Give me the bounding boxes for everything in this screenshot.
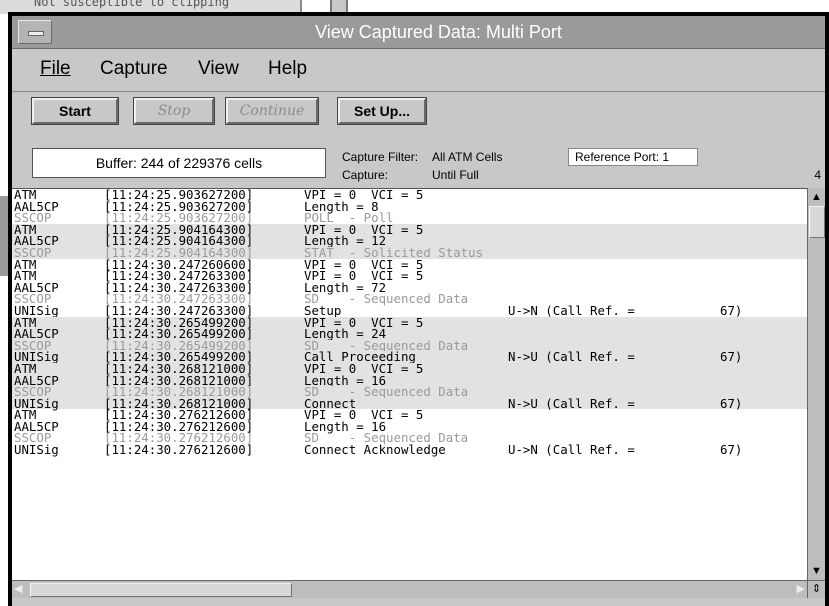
reference-port[interactable]: Reference Port: 1 [568, 148, 698, 166]
menu-capture-label: Capture [100, 58, 168, 79]
start-button[interactable]: Start [31, 97, 119, 125]
direction-cell: N->U (Call Ref. = [508, 395, 635, 411]
title-bar[interactable]: View Captured Data: Multi Port [12, 16, 825, 49]
scroll-left-icon[interactable]: ◀ [14, 582, 22, 595]
direction-cell: U->N (Call Ref. = [508, 442, 635, 458]
menu-help[interactable]: Help [268, 58, 307, 80]
vertical-scrollbar[interactable]: ▲ ▼ [807, 188, 825, 580]
timestamp-cell: [11:24:30.276212600] [104, 442, 254, 458]
capture-mode-label: Capture: [342, 168, 389, 182]
capture-window: View Captured Data: Multi Port File Capt… [8, 12, 829, 606]
menu-view[interactable]: View [198, 58, 239, 80]
window-body: View Captured Data: Multi Port File Capt… [12, 16, 825, 606]
stop-button[interactable]: Stop [133, 97, 215, 125]
protocol-cell: UNISig [14, 442, 59, 458]
info-cell: Connect Acknowledge [304, 442, 446, 458]
menu-view-label: View [198, 58, 239, 79]
scroll-corner-icon[interactable]: ⇕ [807, 580, 825, 598]
call-ref-cell: 67) [720, 349, 743, 365]
menu-bar: File Capture View Help [12, 49, 825, 92]
reference-port-label: Reference Port: [575, 150, 660, 164]
buffer-status: Buffer: 244 of 229376 cells [32, 148, 326, 178]
call-ref-cell: 67) [720, 395, 743, 411]
menu-help-label: Help [268, 58, 308, 79]
menu-capture[interactable]: Capture [100, 58, 168, 80]
menu-file[interactable]: File [40, 58, 71, 80]
reference-port-value: 1 [662, 150, 670, 164]
continue-button[interactable]: Continue [225, 97, 319, 125]
window-title: View Captured Data: Multi Port [315, 22, 562, 42]
toolbar: Start Stop Continue Set Up... Buffer: 24… [12, 92, 825, 188]
setup-button[interactable]: Set Up... [337, 97, 427, 125]
capture-list[interactable]: ATM [11:24:25.903627200] VPI = 0 VCI = 5 AA… [12, 188, 807, 581]
list-item[interactable]: UNISig [11:24:30.276212600] Connect Acknow… [12, 444, 807, 456]
menu-file-label: File [40, 58, 71, 79]
vertical-scroll-thumb[interactable] [809, 206, 825, 238]
call-ref-cell: 67) [720, 302, 743, 318]
capture-filter-value: All ATM Cells [432, 150, 503, 164]
capture-mode-value: Until Full [432, 168, 479, 182]
direction-cell: N->U (Call Ref. = [508, 349, 635, 365]
capture-filter-label: Capture Filter: [342, 150, 419, 164]
scroll-up-icon[interactable]: ▲ [808, 190, 825, 204]
background-window-text: Not susceptible to clipping [34, 0, 230, 9]
direction-cell: U->N (Call Ref. = [508, 302, 635, 318]
window-menu-icon[interactable] [18, 20, 52, 44]
scroll-down-icon[interactable]: ▼ [808, 564, 825, 578]
call-ref-cell: 67) [720, 442, 743, 458]
horizontal-scroll-thumb[interactable] [30, 583, 292, 597]
page-number: 4 [814, 168, 821, 182]
scroll-right-icon[interactable]: ▶ [797, 582, 805, 595]
horizontal-scrollbar[interactable]: ◀ ▶ [12, 580, 807, 598]
